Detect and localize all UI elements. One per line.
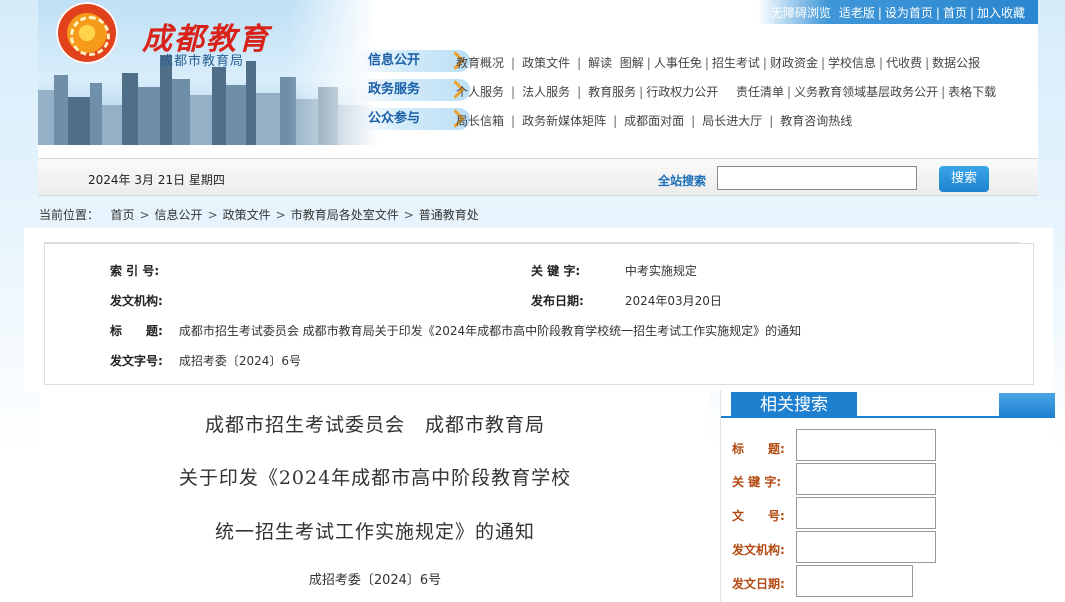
doc-title-line-2: 关于印发《2024年成都市高中阶段教育学校 (178, 467, 572, 489)
nav-row-participation: 公众参与 局长信箱 | 政务新媒体矩阵 | 成都面对面 | 局长进大厅 | 教育咨询热线 (358, 108, 1038, 132)
document-meta-section: 索 引 号: 关 键 字: 中考实施规定 发文机构: 发布日期: 2024年03… (24, 228, 1053, 392)
meta-keyword-row: 关 键 字: 中考实施规定 (531, 262, 697, 279)
document-body: 成都市招生考试委员会 成都市教育局 关于印发《2024年成都市高中阶段教育学校 … (40, 392, 710, 602)
nav-tag-services[interactable]: 政务服务 (358, 79, 470, 101)
related-org-label: 发文机构: (732, 543, 785, 557)
meta-date-row: 发布日期: 2024年03月20日 (531, 292, 722, 309)
meta-org-row: 发文机构: (110, 292, 167, 309)
nav-items-info-public: 教育概况 | 政策文件 | 解读 图解 | 人事任免 | 招生考试 | 财政资金 | 学校信息 | 代收费 |… (456, 56, 981, 70)
site-search-input[interactable] (717, 166, 917, 190)
nav-item-personal-service[interactable]: 个人服务 (456, 85, 504, 99)
nav-item-finance[interactable]: 财政资金 (770, 56, 818, 70)
related-keyword-label: 关 键 字: (732, 475, 782, 489)
nav-item-director-hall[interactable]: 局长进大厅 (702, 114, 762, 128)
nav-item-overview[interactable]: 教育概况 (456, 56, 504, 70)
nav-tag-info-public[interactable]: 信息公开 (358, 50, 470, 72)
related-title-input[interactable] (796, 429, 936, 461)
nav-item-personnel[interactable]: 人事任免 (654, 56, 702, 70)
nav-item-school-info[interactable]: 学校信息 (828, 56, 876, 70)
nav-tag-participation[interactable]: 公众参与 (358, 108, 470, 130)
breadcrumb-info-public[interactable]: 信息公开 (155, 208, 203, 222)
related-search-header: 相关搜索 (721, 390, 1055, 418)
date-search-bar: 2024年 3月 21日 星期四 全站搜索 搜索 (38, 158, 1038, 196)
site-logo-subtitle: 成都市教育局 (160, 54, 245, 69)
meta-title-value: 成都市招生考试委员会 成都市教育局关于印发《2024年成都市高中阶段教育学校统一… (178, 324, 802, 338)
meta-org-label: 发文机构: (110, 294, 163, 308)
doc-number: 成招考委〔2024〕6号 (308, 573, 442, 588)
site-header: 成都教育 成都市教育局 无障碍浏览 适老版 | 设为首页 | 首页 | 加入收藏 信息公开 … (38, 0, 1038, 158)
set-homepage-link[interactable]: 设为首页 (885, 6, 933, 20)
nav-item-responsibility[interactable]: 责任清单 (736, 85, 784, 99)
search-button[interactable]: 搜索 (939, 166, 989, 192)
top-links: 无障碍浏览 适老版 | 设为首页 | 首页 | 加入收藏 (771, 6, 1026, 20)
related-keyword-input[interactable] (796, 463, 936, 495)
meta-index-label: 索 引 号: (110, 264, 160, 278)
related-date-label: 发文日期: (732, 577, 785, 591)
meta-top-divider (44, 228, 1019, 243)
related-date-input[interactable] (796, 565, 913, 597)
nav-item-statistics[interactable]: 数据公报 (932, 56, 980, 70)
meta-docnum-row: 发文字号: 成招考委〔2024〕6号 (110, 352, 301, 369)
meta-date-label: 发布日期: (531, 294, 584, 308)
accessibility-link[interactable]: 无障碍浏览 (771, 6, 831, 20)
breadcrumb: 当前位置： 首页 > 信息公开 > 政策文件 > 市教育局各处室文件 > 普通教育处 (39, 208, 479, 222)
related-docnum-label: 文 号: (732, 509, 785, 523)
meta-index-row: 索 引 号: (110, 262, 163, 279)
nav-row-info-public: 信息公开 教育概况 | 政策文件 | 解读 图解 | 人事任免 | 招生考试 | 财政资金 | 学校信息… (358, 50, 1038, 74)
nav-item-policy[interactable]: 政策文件 (522, 56, 570, 70)
chengdu-education-logo-icon[interactable] (56, 2, 118, 64)
site-search-label: 全站搜索 (658, 174, 707, 188)
nav-item-director-mailbox[interactable]: 局长信箱 (456, 114, 504, 128)
meta-keyword-label: 关 键 字: (531, 264, 581, 278)
meta-docnum-label: 发文字号: (110, 354, 163, 368)
nav-item-fees[interactable]: 代收费 (886, 56, 922, 70)
home-link[interactable]: 首页 (943, 6, 967, 20)
nav-items-participation: 局长信箱 | 政务新媒体矩阵 | 成都面对面 | 局长进大厅 | 教育咨询热线 (456, 114, 853, 128)
related-search-heading: 相关搜索 (731, 392, 857, 418)
current-date: 2024年 3月 21日 星期四 (88, 173, 225, 187)
nav-item-face-to-face[interactable]: 成都面对面 (624, 114, 684, 128)
breadcrumb-prefix: 当前位置： (39, 208, 100, 222)
related-title-label: 标 题: (732, 442, 785, 456)
nav-item-legal-service[interactable]: 法人服务 (522, 85, 570, 99)
nav-item-admission[interactable]: 招生考试 (712, 56, 760, 70)
breadcrumb-home[interactable]: 首页 (110, 208, 134, 222)
nav-item-compulsory-edu[interactable]: 义务教育领域基层政务公开 (794, 85, 938, 99)
nav-item-forms-download[interactable]: 表格下载 (948, 85, 996, 99)
related-org-input[interactable] (796, 531, 936, 563)
doc-title-line-1: 成都市招生考试委员会 成都市教育局 (204, 414, 545, 436)
nav-item-hotline[interactable]: 教育咨询热线 (780, 114, 852, 128)
related-docnum-input[interactable] (796, 497, 936, 529)
meta-keyword-value: 中考实施规定 (624, 264, 697, 278)
breadcrumb-general-edu[interactable]: 普通教育处 (419, 208, 479, 222)
breadcrumb-policy[interactable]: 政策文件 (223, 208, 271, 222)
elderly-mode-link[interactable]: 适老版 (839, 6, 875, 20)
nav-item-admin-power[interactable]: 行政权力公开 (646, 85, 718, 99)
nav-item-education-service[interactable]: 教育服务 (588, 85, 636, 99)
related-search-panel: 相关搜索 标 题: 关 键 字: 文 号: 发文机构: 发文日期: (720, 390, 1055, 602)
related-search-corner (999, 393, 1055, 418)
doc-title-line-3: 统一招生考试工作实施规定》的通知 (214, 521, 535, 543)
nav-row-services: 政务服务 个人服务 | 法人服务 | 教育服务 | 行政权力公开 责任清单 | 义务教育领域基层… (358, 79, 1038, 103)
add-favorite-link[interactable]: 加入收藏 (977, 6, 1025, 20)
document-meta-box: 索 引 号: 关 键 字: 中考实施规定 发文机构: 发布日期: 2024年03… (44, 243, 1034, 385)
nav-item-interpretation[interactable]: 解读 (588, 56, 612, 70)
nav-item-new-media[interactable]: 政务新媒体矩阵 (522, 114, 606, 128)
meta-date-value: 2024年03月20日 (624, 294, 722, 308)
nav-items-services: 个人服务 | 法人服务 | 教育服务 | 行政权力公开 责任清单 | 义务教育领域基层政务公开 |… (456, 85, 997, 99)
breadcrumb-bureau-files[interactable]: 市教育局各处室文件 (291, 208, 399, 222)
meta-title-label: 标 题: (110, 324, 163, 338)
meta-title-row: 标 题: 成都市招生考试委员会 成都市教育局关于印发《2024年成都市高中阶段教… (110, 322, 801, 339)
meta-docnum-value: 成招考委〔2024〕6号 (178, 354, 302, 368)
nav-item-illustration[interactable]: 图解 (620, 56, 644, 70)
